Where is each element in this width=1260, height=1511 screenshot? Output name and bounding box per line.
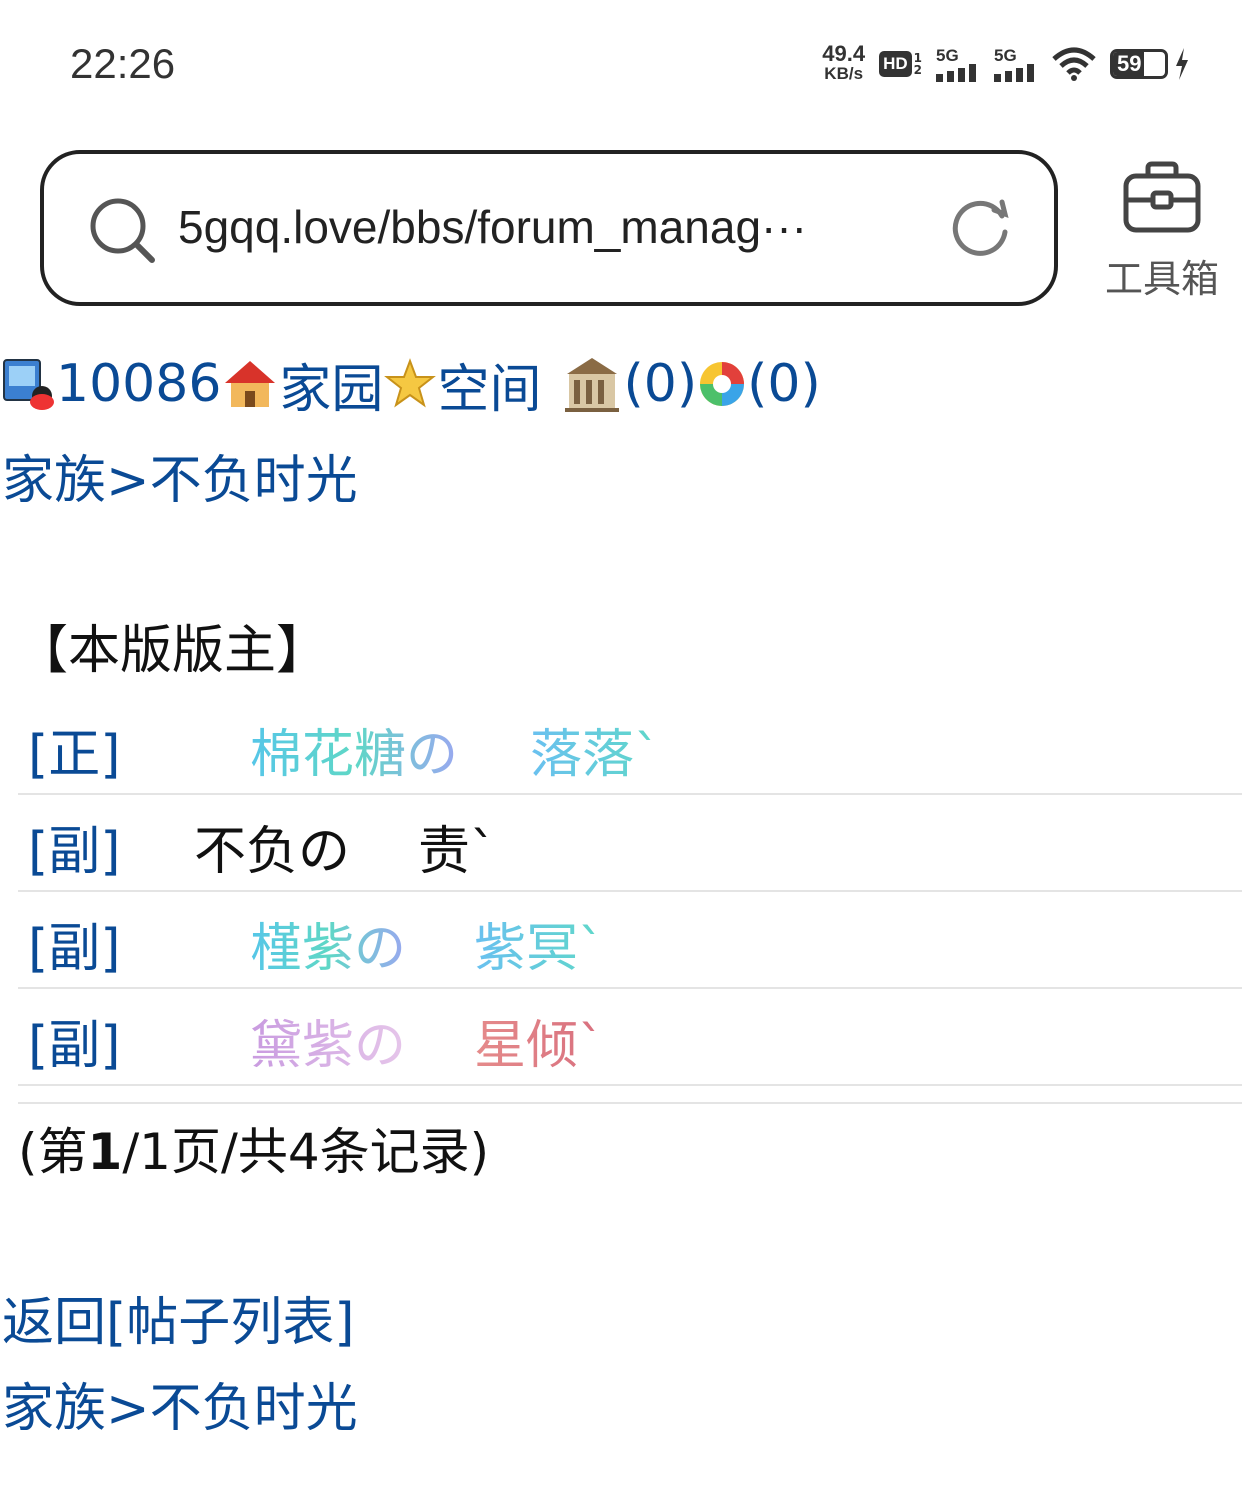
moderator-role: [副] (28, 1016, 121, 1076)
status-bar: 22:26 49.4 KB/s HD 12 5G 5G 59 (0, 0, 1260, 130)
star-icon[interactable] (383, 357, 437, 411)
moderators-list: [正] 棉花糖の 落落ˋ [副] 不负の 责ˋ [副] 槿紫の 紫冥ˋ [副] … (18, 698, 1242, 1086)
moderator-role: [正] (28, 725, 121, 785)
search-icon (90, 198, 155, 263)
back-to-post-list-link[interactable]: 返回[帖子列表] (2, 1280, 355, 1355)
charging-bolt-icon (1176, 48, 1188, 80)
space-link[interactable]: 空间 (437, 347, 541, 422)
battery-indicator: 59 (1110, 48, 1190, 80)
moderator-role: [副] (28, 919, 121, 979)
moderator-row: [副] 槿紫の 紫冥ˋ (18, 892, 1242, 989)
toolbox-label: 工具箱 (1104, 257, 1219, 301)
moderators-heading: 【本版版主】 (16, 621, 329, 681)
photo-count-link[interactable]: (0) (747, 354, 821, 414)
user-qq-icon[interactable] (2, 356, 56, 412)
network-speed-value: 49.4 (822, 41, 866, 66)
signal-bars-icon (994, 63, 1034, 82)
moderator-row: [副] 黛紫の 星倾ˋ (18, 989, 1242, 1086)
moderator-name-suffix[interactable]: 紫冥ˋ (474, 906, 604, 981)
user-nav-bar: 10086 家园 空间 (0) (0) (2, 344, 821, 424)
clock: 22:26 (70, 40, 176, 87)
hd-sim-bottom: 2 (913, 63, 922, 77)
hd-label: HD (879, 51, 912, 77)
signal-bars-icon (936, 63, 976, 82)
network-speed: 49.4 KB/s (822, 41, 866, 84)
signal-icon-2: 5G (994, 47, 1038, 82)
breadcrumb-top[interactable]: 家族>不负时光 (2, 438, 358, 513)
toolbox-icon (1123, 161, 1201, 233)
message-count-link[interactable]: (0) (623, 354, 697, 414)
breadcrumb-bottom[interactable]: 家族>不负时光 (2, 1366, 358, 1441)
home-link[interactable]: 家园 (279, 347, 383, 422)
hd-voice-icon: HD 12 (879, 51, 922, 77)
network-speed-unit: KB/s (824, 64, 864, 83)
battery-level: 59 (1117, 51, 1142, 76)
moderator-name[interactable]: 黛紫の (250, 1003, 406, 1078)
moderator-row: [正] 棉花糖の 落落ˋ (18, 698, 1242, 795)
toolbox-button[interactable]: 工具箱 (1100, 160, 1224, 303)
moderator-name[interactable]: 不负の (194, 809, 350, 884)
home-icon[interactable] (221, 355, 279, 413)
signal-2-label: 5G (994, 45, 1017, 65)
moderator-name[interactable]: 槿紫の (250, 906, 406, 981)
signal-icon-1: 5G (936, 47, 980, 82)
moderator-name-suffix[interactable]: 责ˋ (418, 809, 496, 884)
moderator-row: [副] 不负の 责ˋ (18, 795, 1242, 892)
paging-suffix: /1页/共4条记录) (122, 1123, 490, 1181)
moderator-name-suffix[interactable]: 落落ˋ (530, 712, 660, 787)
pagination-info: (第1/1页/共4条记录) (18, 1102, 1242, 1184)
reload-icon[interactable] (950, 196, 1012, 258)
building-icon[interactable] (561, 354, 623, 414)
battery-icon: 59 (1110, 49, 1168, 79)
moderator-name[interactable]: 棉花糖の (250, 712, 458, 787)
signal-1-label: 5G (936, 45, 959, 65)
wifi-icon (1052, 47, 1096, 81)
user-id-link[interactable]: 10086 (56, 354, 221, 414)
url-text[interactable]: 5gqq.love/bbs/forum_manag··· (178, 200, 807, 254)
paging-current: 1 (87, 1123, 123, 1181)
moderator-role: [副] (28, 822, 121, 882)
paging-prefix: (第 (18, 1123, 88, 1181)
photo-aperture-icon[interactable] (697, 359, 747, 409)
status-icons: 49.4 KB/s HD 12 5G 5G 59 (822, 41, 1190, 84)
address-bar[interactable]: 5gqq.love/bbs/forum_manag··· (40, 150, 1058, 306)
moderator-name-suffix[interactable]: 星倾ˋ (474, 1003, 604, 1078)
